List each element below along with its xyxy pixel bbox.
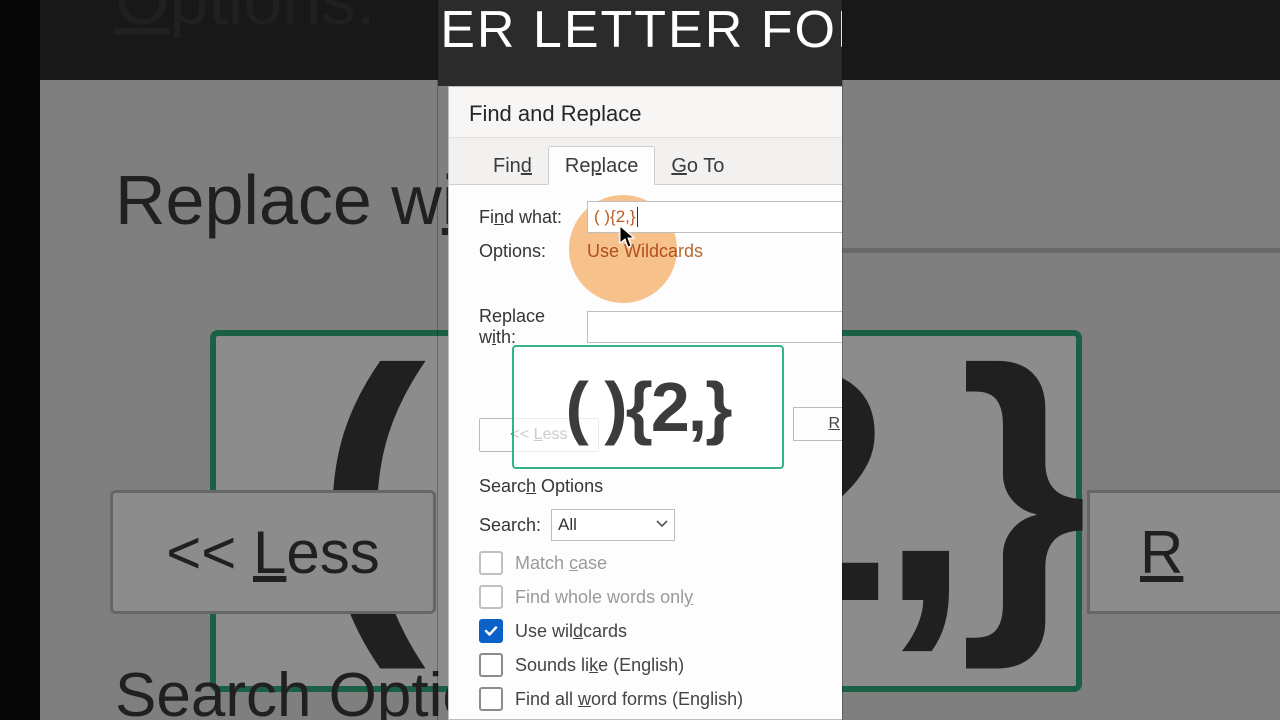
replace-with-input[interactable] <box>587 311 842 343</box>
document-title-fragment: VER LETTER FOR <box>438 0 842 86</box>
video-strip: VER LETTER FOR Find and Replace Find Rep… <box>438 0 842 720</box>
dialog-tabs: Find Replace Go To <box>449 138 842 185</box>
dialog-title: Find and Replace <box>449 87 842 138</box>
pattern-zoom-text: ( ){2,} <box>566 367 731 447</box>
checkbox-unchecked-icon <box>479 653 503 677</box>
search-scope-label: Search: <box>479 515 541 536</box>
tab-replace[interactable]: Replace <box>548 146 655 185</box>
pattern-zoom-overlay: ( ){2,} <box>512 345 784 469</box>
checkbox-unchecked-icon <box>479 551 503 575</box>
sounds-like-option[interactable]: Sounds like (English) <box>479 653 842 677</box>
replace-with-label: Replace with: <box>479 306 587 348</box>
chevron-down-icon <box>656 515 668 535</box>
search-scope-select[interactable]: All <box>551 509 675 541</box>
dialog-body: Find what: ( ){2,} Options: Use Wildcard… <box>449 185 842 720</box>
options-label: Options: <box>479 241 587 262</box>
word-forms-option[interactable]: Find all word forms (English) <box>479 687 842 711</box>
bg-black-side <box>0 0 40 720</box>
bg-options-label: Options: <box>115 0 376 40</box>
whole-words-option: Find whole words only <box>479 585 842 609</box>
bg-less-button: << Less <box>110 490 436 614</box>
use-wildcards-option[interactable]: Use wildcards <box>479 619 842 643</box>
match-case-option: Match case <box>479 551 842 575</box>
find-replace-dialog: Find and Replace Find Replace Go To Find… <box>448 86 842 720</box>
search-options-header: Search Options <box>479 476 842 497</box>
find-what-label: Find what: <box>479 207 587 228</box>
text-caret <box>637 207 638 227</box>
search-scope-value: All <box>558 515 577 535</box>
checkbox-unchecked-icon <box>479 687 503 711</box>
bg-right-button: R <box>1087 490 1280 614</box>
find-what-input[interactable]: ( ){2,} <box>587 201 842 233</box>
replace-button-fragment[interactable]: R <box>793 407 842 441</box>
find-what-value: ( ){2,} <box>594 207 636 227</box>
options-value: Use Wildcards <box>587 241 703 262</box>
tab-goto[interactable]: Go To <box>655 147 740 184</box>
checkbox-checked-icon <box>479 619 503 643</box>
checkbox-unchecked-icon <box>479 585 503 609</box>
tab-find[interactable]: Find <box>477 147 548 184</box>
